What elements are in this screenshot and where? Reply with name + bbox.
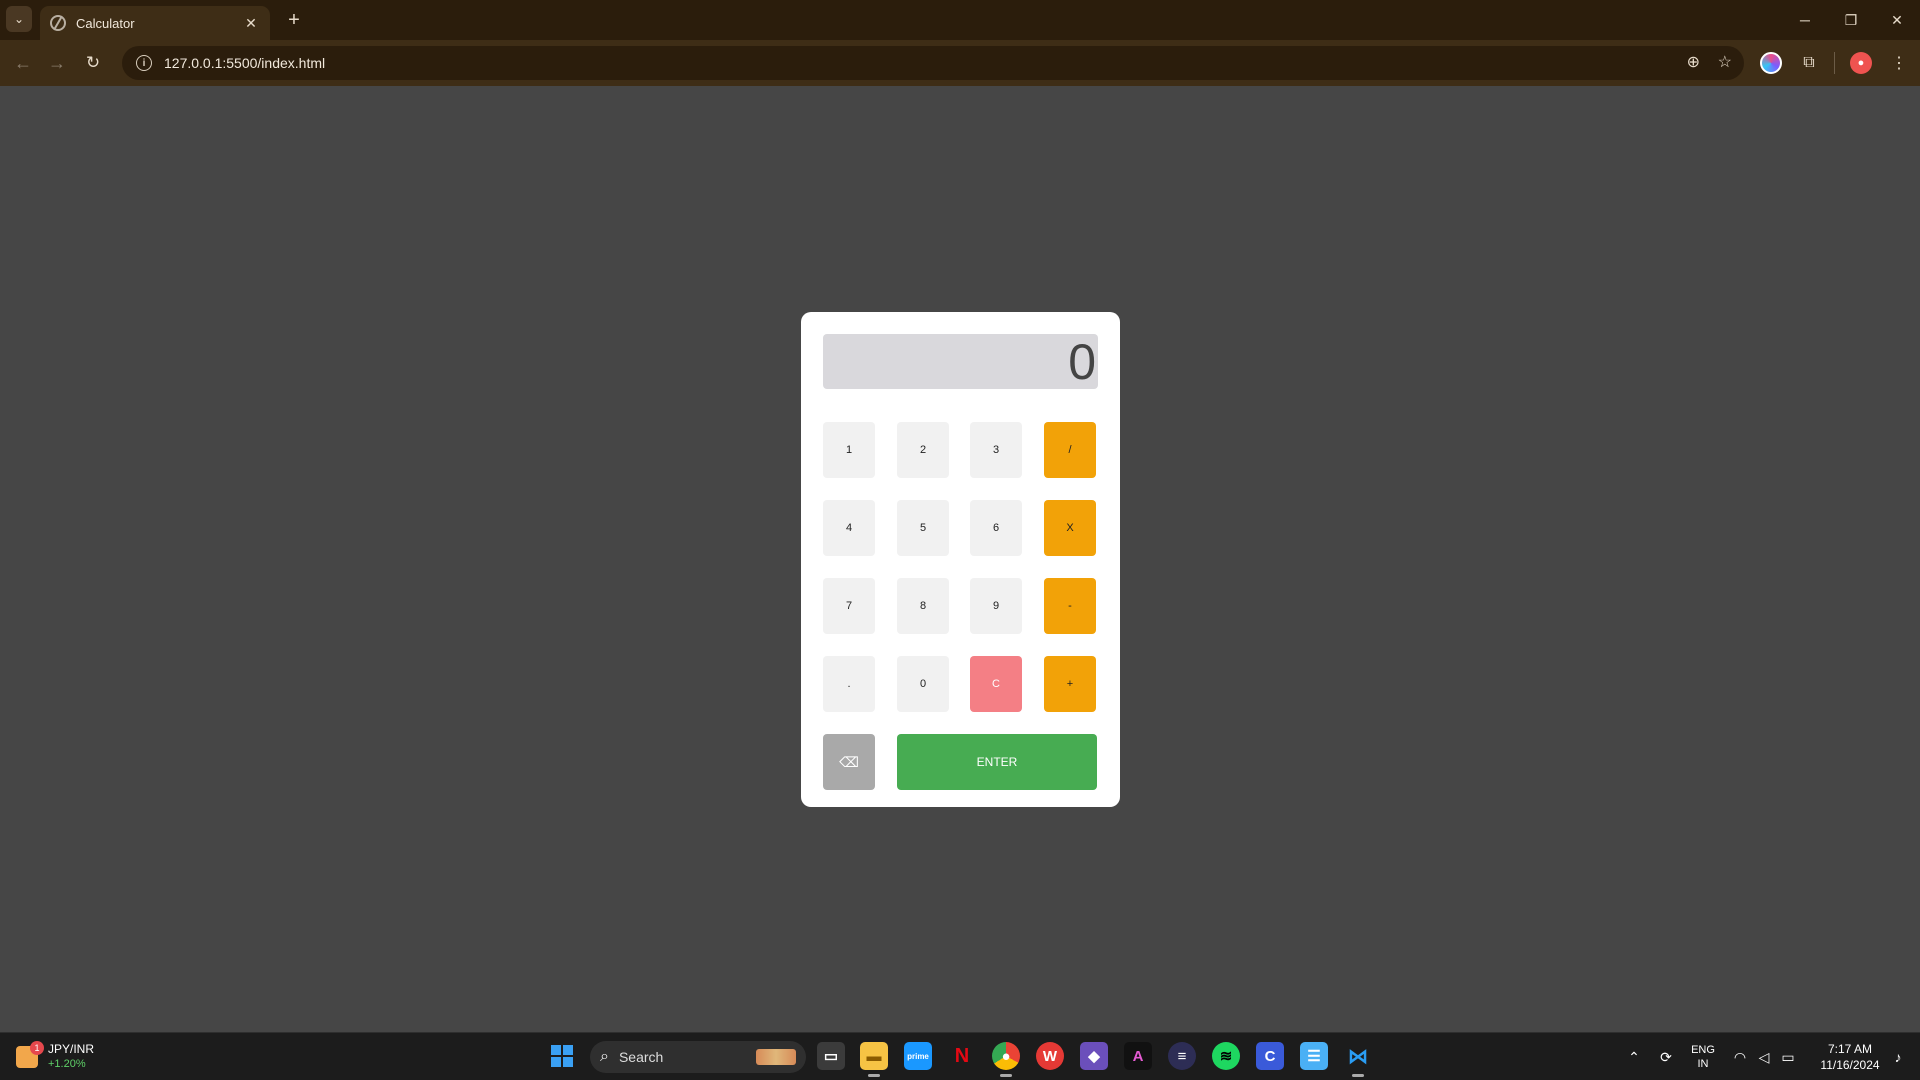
- key-4[interactable]: 4: [823, 500, 875, 556]
- key-6[interactable]: 6: [970, 500, 1022, 556]
- clear-button[interactable]: C: [970, 656, 1022, 712]
- wps-office-icon[interactable]: W: [1036, 1042, 1064, 1070]
- more-vertical-icon: ⋮: [1891, 55, 1907, 72]
- task-view-icon[interactable]: ▭: [817, 1042, 845, 1070]
- volume-icon[interactable]: ◁: [1752, 1033, 1776, 1080]
- back-button[interactable]: ←: [10, 50, 36, 76]
- extension-logo-icon: [1760, 52, 1782, 74]
- notepad-icon[interactable]: ☰: [1300, 1042, 1328, 1070]
- key-8[interactable]: 8: [897, 578, 949, 634]
- search-icon: ⌕: [600, 1048, 609, 1065]
- reload-icon: ↻: [85, 53, 101, 72]
- weather-widget[interactable]: 1 JPY/INR +1.20%: [16, 1039, 94, 1075]
- search-label: Search: [618, 1049, 664, 1065]
- tab-title: Calculator: [76, 15, 135, 31]
- reload-button[interactable]: ↻: [80, 50, 106, 76]
- calculator-display: 0: [823, 334, 1098, 390]
- clock-time: 7:17 AM: [1827, 1042, 1873, 1056]
- calculator: 0 1 2 3 / 4 5 6 X 7 8 9 - . 0 C + ⌫ ENTE…: [801, 312, 1120, 807]
- avatar: ●: [1850, 52, 1872, 74]
- backspace-icon: ⌫: [839, 753, 859, 770]
- puzzle-icon: ⧉: [1803, 54, 1815, 71]
- profile-button[interactable]: ●: [1848, 50, 1874, 76]
- obsidian-icon[interactable]: ◆: [1080, 1042, 1108, 1070]
- clock-date: 11/16/2024: [1820, 1058, 1880, 1072]
- windows-logo-icon: [551, 1045, 561, 1055]
- tab-close-button[interactable]: ✕: [242, 14, 260, 32]
- extension-button[interactable]: [1758, 50, 1784, 76]
- affinity-icon[interactable]: A: [1124, 1042, 1152, 1070]
- chrome-icon[interactable]: ●: [992, 1042, 1020, 1077]
- tab-strip: ⌄ Calculator ✕ + ─ ❐ ✕: [0, 0, 1920, 40]
- globe-icon: [50, 15, 66, 31]
- canva-icon[interactable]: C: [1256, 1042, 1284, 1070]
- url-text: 127.0.0.1:5500/index.html: [164, 55, 326, 71]
- battery-icon[interactable]: ▭: [1776, 1033, 1800, 1080]
- key-7[interactable]: 7: [823, 578, 875, 634]
- decimal-button[interactable]: .: [823, 656, 875, 712]
- restore-button[interactable]: ❐: [1828, 0, 1874, 40]
- browser-menu-button[interactable]: ⋮: [1886, 50, 1912, 76]
- spotify-icon[interactable]: ≋: [1212, 1042, 1240, 1070]
- notification-bell-icon[interactable]: ♪: [1886, 1033, 1910, 1080]
- language-indicator[interactable]: ENG IN: [1688, 1033, 1718, 1080]
- language-region: IN: [1697, 1058, 1709, 1070]
- wifi-icon[interactable]: ◠: [1728, 1033, 1752, 1080]
- browser-toolbar: ← → ↻ i 127.0.0.1:5500/index.html ⊕ ☆ ⧉ …: [0, 40, 1920, 86]
- widget-change: +1.20%: [48, 1058, 86, 1070]
- key-1[interactable]: 1: [823, 422, 875, 478]
- taskbar-search[interactable]: ⌕ Search: [590, 1041, 806, 1073]
- taskbar: 1 JPY/INR +1.20% ⌕ Search ▭ ▬ prime N ● …: [0, 1032, 1920, 1080]
- calendar-app-icon[interactable]: ≡: [1168, 1042, 1196, 1070]
- address-bar[interactable]: i 127.0.0.1:5500/index.html ⊕ ☆: [122, 46, 1744, 80]
- enter-button[interactable]: ENTER: [897, 734, 1097, 790]
- widget-title: JPY/INR: [48, 1042, 95, 1056]
- new-tab-button[interactable]: +: [282, 8, 306, 32]
- backspace-button[interactable]: ⌫: [823, 734, 875, 790]
- chevron-down-icon: ⌄: [13, 12, 25, 26]
- browser-tab[interactable]: Calculator ✕: [40, 6, 270, 40]
- netflix-icon[interactable]: N: [948, 1042, 976, 1070]
- key-0[interactable]: 0: [897, 656, 949, 712]
- sync-icon[interactable]: ⟳: [1654, 1033, 1678, 1080]
- arrow-right-icon: →: [48, 52, 66, 73]
- close-window-button[interactable]: ✕: [1874, 0, 1920, 40]
- add-button[interactable]: +: [1044, 656, 1096, 712]
- toolbar-divider: [1834, 52, 1835, 74]
- search-highlight-icon: [756, 1049, 796, 1065]
- forward-button[interactable]: →: [44, 50, 70, 76]
- key-5[interactable]: 5: [897, 500, 949, 556]
- extensions-menu-button[interactable]: ⧉: [1796, 50, 1822, 76]
- vscode-icon[interactable]: ⋈: [1344, 1042, 1372, 1077]
- chevron-up-icon[interactable]: ⌃: [1622, 1033, 1646, 1080]
- bookmark-star-icon[interactable]: ☆: [1718, 52, 1732, 72]
- prime-video-icon[interactable]: prime: [904, 1042, 932, 1070]
- language-code: ENG: [1691, 1044, 1715, 1056]
- arrow-left-icon: ←: [14, 52, 32, 73]
- key-2[interactable]: 2: [897, 422, 949, 478]
- key-3[interactable]: 3: [970, 422, 1022, 478]
- key-9[interactable]: 9: [970, 578, 1022, 634]
- start-button[interactable]: [551, 1045, 573, 1067]
- site-info-icon[interactable]: i: [136, 55, 152, 71]
- file-explorer-icon[interactable]: ▬: [860, 1042, 888, 1077]
- zoom-icon[interactable]: ⊕: [1687, 52, 1700, 72]
- divide-button[interactable]: /: [1044, 422, 1096, 478]
- tab-search-button[interactable]: ⌄: [6, 6, 32, 32]
- window-controls: ─ ❐ ✕: [1782, 0, 1920, 40]
- clock[interactable]: 7:17 AM 11/16/2024: [1808, 1033, 1892, 1080]
- multiply-button[interactable]: X: [1044, 500, 1096, 556]
- currency-widget-icon: 1: [16, 1041, 44, 1068]
- notification-badge: 1: [30, 1041, 44, 1055]
- subtract-button[interactable]: -: [1044, 578, 1096, 634]
- minimize-button[interactable]: ─: [1782, 0, 1828, 40]
